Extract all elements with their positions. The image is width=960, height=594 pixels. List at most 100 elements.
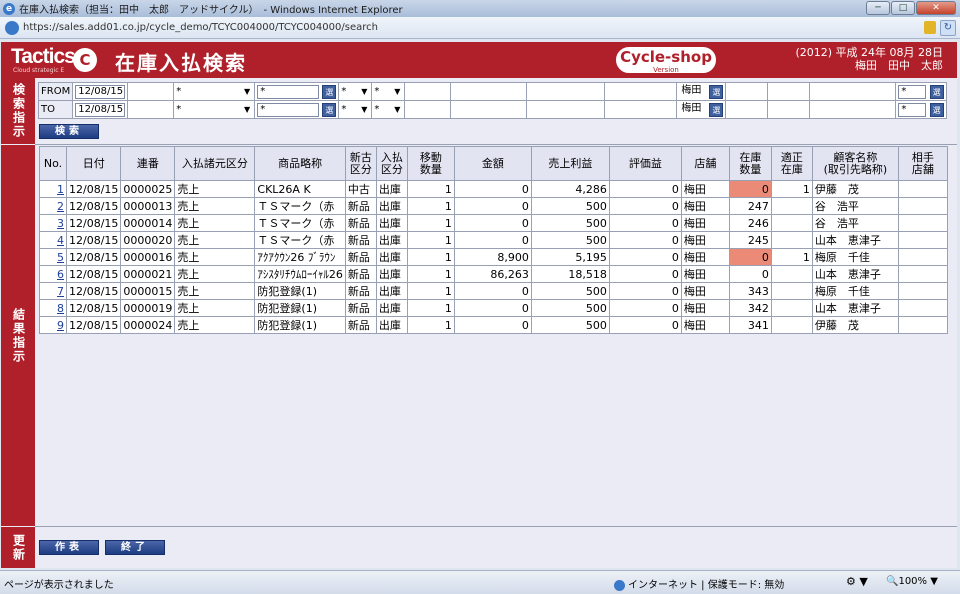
cell-proper: [770, 197, 813, 215]
row-number-link[interactable]: 5: [39, 248, 67, 266]
to-newold-select[interactable]: * ▼: [341, 103, 369, 117]
badge-main: Cycle-shop: [620, 48, 712, 66]
end-button[interactable]: 終了: [105, 540, 165, 555]
column-header: 店舗: [680, 146, 730, 181]
cell-io: 出庫: [375, 265, 408, 283]
cell-store: 梅田: [680, 282, 730, 300]
cell-seq: 0000025: [120, 180, 176, 198]
table-row: 8 12/08/15 0000019 売上 防犯登録(1) 新品 出庫 1 0 500 0 梅田 342…: [39, 299, 948, 317]
cell-partner: [897, 197, 948, 215]
cell-partner: [897, 282, 948, 300]
select-button[interactable]: 選: [322, 84, 337, 99]
refresh-icon[interactable]: ↻: [940, 20, 956, 36]
cell-amount: 86,263: [453, 265, 532, 283]
to-io-select[interactable]: * ▼: [374, 103, 402, 117]
cell-io: 出庫: [375, 231, 408, 249]
column-header: 金額: [453, 146, 532, 181]
cell-io: 出庫: [375, 299, 408, 317]
row-number-link[interactable]: 9: [39, 316, 67, 334]
row-number-link[interactable]: 7: [39, 282, 67, 300]
cell-seq: 0000020: [120, 231, 176, 249]
cell-customer: 山本 恵津子: [811, 299, 899, 317]
cell-proper: [770, 231, 813, 249]
cell-io: 出庫: [375, 316, 408, 334]
cell-qty: 1: [406, 316, 455, 334]
from-date-input[interactable]: 12/08/15: [75, 84, 126, 99]
cell-date: 12/08/15: [65, 316, 122, 334]
column-header: No.: [39, 146, 67, 181]
from-newold-select[interactable]: * ▼: [341, 85, 369, 99]
from-item-input[interactable]: *: [257, 84, 320, 99]
cell-qty: 1: [406, 265, 455, 283]
cell-profit: 500: [530, 299, 610, 317]
cell-newold: 新品: [344, 214, 377, 232]
cell-amount: 0: [453, 180, 532, 198]
cell-qty: 1: [406, 197, 455, 215]
row-number-link[interactable]: 8: [39, 299, 67, 317]
search-button[interactable]: 検索: [39, 124, 99, 139]
select-button[interactable]: 選: [929, 102, 944, 117]
from-type-select[interactable]: * ▼: [176, 85, 252, 99]
cell-stock: 0: [728, 265, 772, 283]
cell-qty: 1: [406, 180, 455, 198]
search-conditions: FROM 12/08/15 * ▼ * 選 * ▼ * ▼ 梅田選 * 選 TO 12…: [37, 82, 947, 119]
to-item-input[interactable]: *: [257, 102, 320, 117]
column-header: 売上利益: [530, 146, 610, 181]
cycle-shop-badge: Cycle-shop Version: [614, 45, 718, 75]
cell-proper: [770, 299, 813, 317]
select-button[interactable]: 選: [709, 84, 724, 99]
cell-partner: [897, 316, 948, 334]
column-header: 適正 在庫: [770, 146, 813, 181]
cell-item: ＴＳマーク（赤: [254, 214, 346, 232]
minimize-button[interactable]: ─: [866, 1, 890, 15]
create-table-button[interactable]: 作表: [39, 540, 99, 555]
lock-icon[interactable]: [924, 21, 936, 34]
cell-item: 防犯登録(1): [254, 316, 346, 334]
cell-stock: 245: [728, 231, 772, 249]
window-title: 在庫入払検索（担当：田中 太郎 アッドサイクル） - Windows Inter…: [19, 5, 403, 16]
cell-item: ｱｼｽﾀﾘﾁｳﾑﾛｰｲｬﾙ26: [254, 265, 346, 283]
row-number-link[interactable]: 2: [39, 197, 67, 215]
cell-newold: 新品: [344, 197, 377, 215]
cell-eval: 0: [608, 316, 682, 334]
cell-eval: 0: [608, 248, 682, 266]
close-button[interactable]: ✕: [916, 1, 956, 15]
from-label: FROM: [37, 82, 74, 101]
row-number-link[interactable]: 4: [39, 231, 67, 249]
update-section-label: 更新: [1, 527, 35, 568]
logo-subtitle: Cloud strategic E: [13, 67, 65, 74]
cell-stock: 342: [728, 299, 772, 317]
cell-qty: 1: [406, 248, 455, 266]
select-button[interactable]: 選: [929, 84, 944, 99]
cell-proper: 1: [770, 248, 813, 266]
cell-profit: 500: [530, 282, 610, 300]
cell-partner: [897, 265, 948, 283]
table-row: 7 12/08/15 0000015 売上 防犯登録(1) 新品 出庫 1 0 500 0 梅田 343…: [39, 282, 948, 300]
from-partner-input[interactable]: *: [898, 84, 927, 99]
select-button[interactable]: 選: [709, 102, 724, 117]
cell-io: 出庫: [375, 282, 408, 300]
cell-profit: 4,286: [530, 180, 610, 198]
cell-amount: 8,900: [453, 248, 532, 266]
row-number-link[interactable]: 3: [39, 214, 67, 232]
zoom-control[interactable]: 🔍100% ▼: [886, 576, 938, 587]
cell-amount: 0: [453, 282, 532, 300]
to-partner-input[interactable]: *: [898, 102, 927, 117]
to-date-input[interactable]: 12/08/15: [75, 102, 126, 117]
select-button[interactable]: 選: [322, 102, 337, 117]
url-field[interactable]: https://sales.add01.co.jp/cycle_demo/TCY…: [23, 22, 378, 33]
row-number-link[interactable]: 6: [39, 265, 67, 283]
cell-item: 防犯登録(1): [254, 299, 346, 317]
from-io-select[interactable]: * ▼: [374, 85, 402, 99]
to-store-input[interactable]: 梅田: [679, 102, 710, 117]
row-number-link[interactable]: 1: [39, 180, 67, 198]
settings-gear-icon[interactable]: ⚙ ▼: [846, 575, 868, 588]
cell-stock: 0: [728, 248, 772, 266]
cell-type: 売上: [174, 282, 256, 300]
cell-profit: 500: [530, 197, 610, 215]
maximize-button[interactable]: □: [891, 1, 915, 15]
table-row: 3 12/08/15 0000014 売上 ＴＳマーク（赤 新品 出庫 1 0 500 0 梅田 246…: [39, 214, 948, 232]
globe-icon: [614, 579, 625, 591]
to-type-select[interactable]: * ▼: [176, 103, 252, 117]
from-store-input[interactable]: 梅田: [679, 84, 710, 99]
